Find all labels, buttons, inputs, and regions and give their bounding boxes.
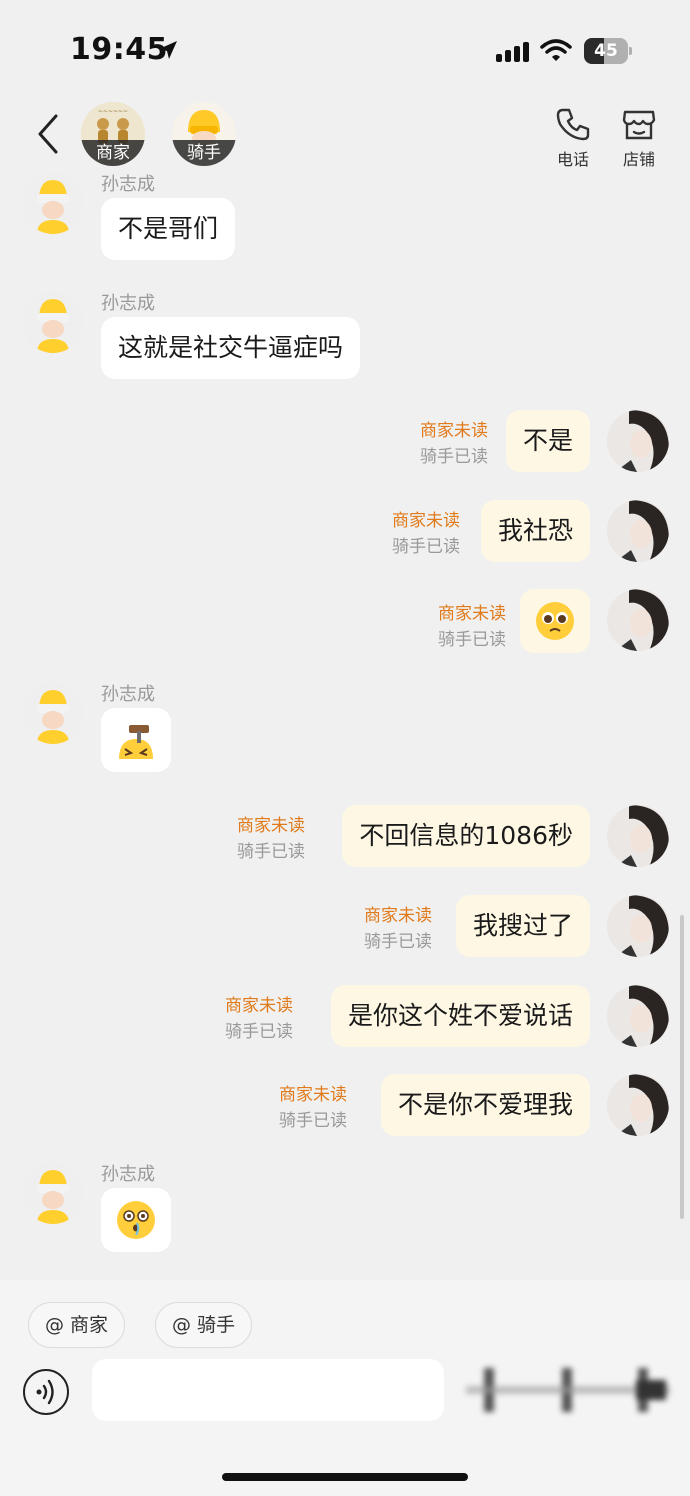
merchant-avatar-button[interactable]: ~~~~~~ 商家 <box>81 102 145 166</box>
message-bubble[interactable]: 这就是社交牛逼症吗 <box>101 317 361 379</box>
read-status: 商家未读 骑手已读 <box>279 1082 347 1134</box>
message-bubble[interactable]: 不是 <box>505 410 590 472</box>
my-avatar-photo-icon <box>607 895 669 957</box>
flushed-face-emoji-icon <box>117 1201 155 1239</box>
my-avatar[interactable] <box>607 589 669 651</box>
my-avatar[interactable] <box>607 805 669 867</box>
my-avatar[interactable] <box>607 1074 669 1136</box>
message-bubble[interactable]: 我搜过了 <box>455 895 590 957</box>
my-avatar[interactable] <box>607 985 669 1047</box>
merchant-label: 商家 <box>81 140 145 166</box>
mention-merchant-button[interactable]: @ 商家 <box>28 1302 126 1348</box>
chevron-left-icon[interactable] <box>34 112 64 156</box>
phone-button[interactable]: 电话 <box>543 106 603 170</box>
merchant-read-status: 商家未读 <box>364 906 432 926</box>
blurred-action-icons[interactable] <box>466 1364 670 1416</box>
sender-name: 孙志成 <box>101 174 155 195</box>
voice-input-button[interactable] <box>23 1369 69 1415</box>
shop-button[interactable]: 店铺 <box>609 106 669 170</box>
message-bubble[interactable]: 我社恐 <box>480 500 590 562</box>
merchant-read-status: 商家未读 <box>420 421 488 441</box>
rider-read-status: 骑手已读 <box>237 842 305 862</box>
sticker-bubble[interactable] <box>101 1188 171 1252</box>
my-avatar-photo-icon <box>607 985 669 1047</box>
rider-read-status: 骑手已读 <box>420 447 488 467</box>
rider-avatar-icon <box>37 180 69 234</box>
rider-avatar[interactable] <box>22 172 84 234</box>
message-bubble[interactable]: 不是你不爱理我 <box>380 1074 590 1136</box>
merchant-read-status: 商家未读 <box>237 816 305 836</box>
message-bubble[interactable]: 不回信息的1086秒 <box>342 805 590 867</box>
message-text-input[interactable] <box>92 1359 444 1421</box>
rider-read-status: 骑手已读 <box>279 1111 347 1131</box>
hammer-face-emoji-icon <box>119 725 153 759</box>
merchant-read-status: 商家未读 <box>438 604 506 624</box>
rider-read-status: 骑手已读 <box>392 537 460 557</box>
read-status: 商家未读 骑手已读 <box>438 601 506 653</box>
read-status: 商家未读 骑手已读 <box>392 508 460 560</box>
sticker-bubble[interactable] <box>101 708 171 772</box>
home-indicator <box>222 1473 468 1481</box>
merchant-read-status: 商家未读 <box>225 996 293 1016</box>
rider-avatar[interactable] <box>22 1162 84 1224</box>
rider-avatar-icon <box>37 299 69 353</box>
rider-read-status: 骑手已读 <box>225 1022 293 1042</box>
my-avatar[interactable] <box>607 500 669 562</box>
shop-label: 店铺 <box>622 150 655 169</box>
read-status: 商家未读 骑手已读 <box>237 813 305 865</box>
message-list[interactable]: 孙志成 不是哥们 孙志成 这就是社交牛逼症吗 商家未读 骑手已读 不是 商家未读… <box>0 170 690 1280</box>
my-avatar[interactable] <box>607 410 669 472</box>
cellular-signal-icon <box>496 42 529 62</box>
sender-name: 孙志成 <box>101 1164 155 1185</box>
my-avatar-photo-icon <box>607 805 669 867</box>
my-avatar-photo-icon <box>607 500 669 562</box>
rider-read-status: 骑手已读 <box>438 630 506 650</box>
battery-indicator: 45 <box>584 38 632 64</box>
phone-icon <box>556 108 590 141</box>
location-arrow-icon <box>159 41 177 59</box>
wifi-icon <box>540 39 572 61</box>
storefront-icon <box>622 110 656 140</box>
rider-label: 骑手 <box>172 140 236 166</box>
rider-avatar-button[interactable]: 骑手 <box>172 102 236 166</box>
sender-name: 孙志成 <box>101 293 155 314</box>
read-status: 商家未读 骑手已读 <box>420 418 488 470</box>
scrollbar[interactable] <box>680 915 684 1219</box>
svg-text:~~~~~~: ~~~~~~ <box>98 108 128 115</box>
my-avatar-photo-icon <box>607 410 669 472</box>
rider-avatar-icon <box>37 690 69 744</box>
composer-panel: @ 商家 @ 骑手 <box>0 1280 690 1496</box>
battery-level-text: 45 <box>594 41 618 61</box>
merchant-read-status: 商家未读 <box>279 1085 347 1105</box>
message-bubble[interactable]: 是你这个姓不爱说话 <box>330 985 590 1047</box>
rider-read-status: 骑手已读 <box>364 932 432 952</box>
rider-avatar[interactable] <box>22 682 84 744</box>
my-avatar[interactable] <box>607 895 669 957</box>
status-bar: 19:45 45 <box>0 0 690 96</box>
message-bubble[interactable]: 不是哥们 <box>101 198 236 260</box>
status-time: 19:45 <box>70 32 168 67</box>
my-avatar-photo-icon <box>607 1074 669 1136</box>
sticker-bubble[interactable] <box>520 589 590 653</box>
phone-label: 电话 <box>556 150 589 169</box>
read-status: 商家未读 骑手已读 <box>364 903 432 955</box>
voice-wave-icon <box>36 1379 54 1405</box>
chat-header: ~~~~~~ 商家 骑手 电话 店铺 <box>0 96 690 170</box>
sender-name: 孙志成 <box>101 684 155 705</box>
rider-avatar-icon <box>37 1170 69 1224</box>
my-avatar-photo-icon <box>607 589 669 651</box>
read-status: 商家未读 骑手已读 <box>225 993 293 1045</box>
mention-rider-button[interactable]: @ 骑手 <box>155 1302 253 1348</box>
merchant-read-status: 商家未读 <box>392 511 460 531</box>
pleading-face-emoji-icon <box>536 602 574 640</box>
rider-avatar[interactable] <box>22 291 84 353</box>
